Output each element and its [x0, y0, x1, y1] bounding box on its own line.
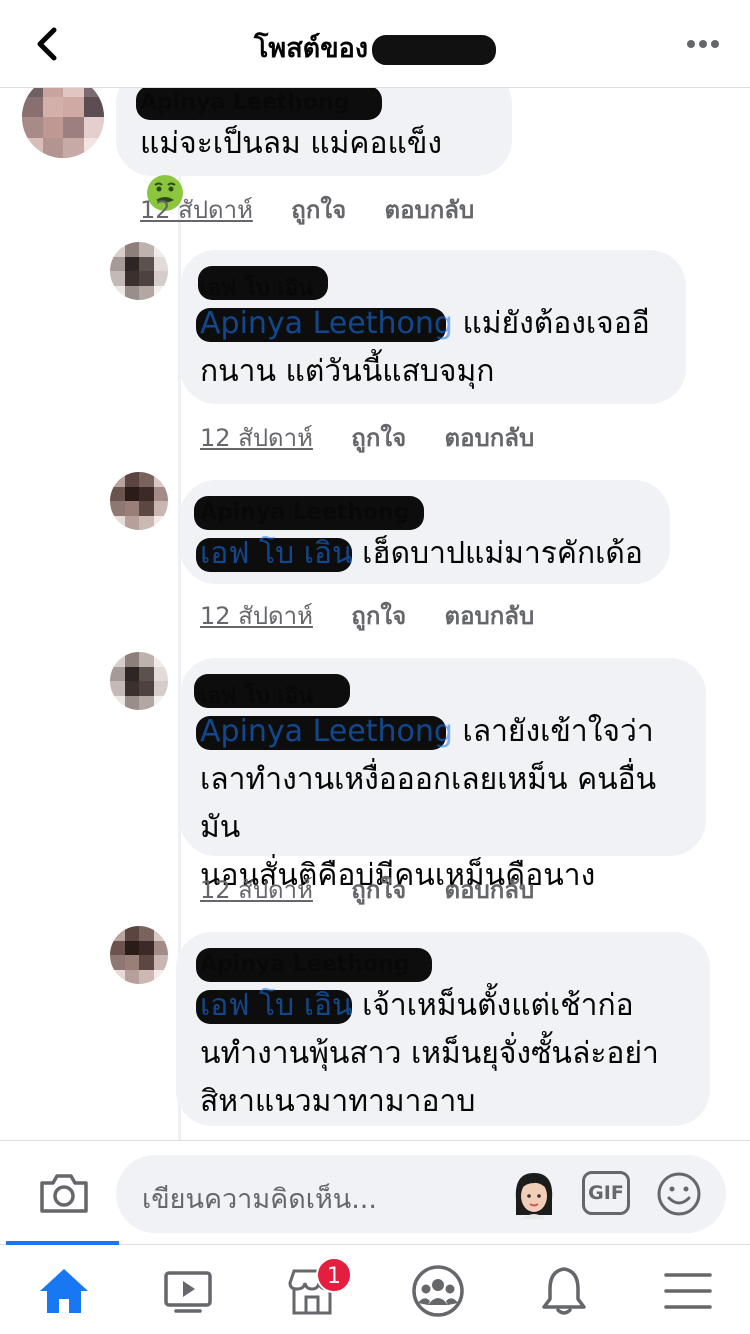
active-tab-indicator: [6, 1241, 119, 1245]
comment-actions: 12 สัปดาห์ ถูกใจ ตอบกลับ: [200, 870, 564, 909]
comment-text: เอฟ โบ เอิน เฮ็ดบาปแม่มารคักเด้อ: [196, 530, 650, 578]
comment-actions: 12 สัปดาห์ ถูกใจ ตอบกลับ: [140, 190, 504, 229]
redacted-name: [372, 34, 497, 65]
bottom-tab-bar: 1: [0, 1241, 750, 1334]
reply-button[interactable]: ตอบกลับ: [445, 602, 535, 630]
home-icon[interactable]: [36, 1265, 92, 1317]
comment-input[interactable]: เขียนความคิดเห็น... GIF: [116, 1155, 726, 1233]
bell-icon[interactable]: [536, 1265, 592, 1317]
reply-button[interactable]: ตอบกลับ: [445, 876, 535, 904]
avatar-sticker-icon[interactable]: [510, 1169, 558, 1219]
comment-item: Apinya Leethong แม่จะเป็นลม แม่คอแข็ง 12…: [0, 88, 750, 238]
avatar[interactable]: [110, 472, 168, 530]
menu-icon[interactable]: [660, 1265, 716, 1317]
like-button[interactable]: ถูกใจ: [351, 424, 406, 452]
comment-timestamp[interactable]: 12 สัปดาห์: [200, 424, 313, 452]
comment-author[interactable]: เอฟ โบ เอิน: [194, 674, 686, 709]
notification-badge: 1: [316, 1257, 352, 1293]
comment-actions: 12 สัปดาห์ ถูกใจ ตอบกลับ: [200, 596, 564, 635]
groups-icon[interactable]: [410, 1265, 466, 1317]
top-bar: โพสต์ของ: [0, 0, 750, 88]
camera-icon[interactable]: [38, 1171, 90, 1215]
mention-link[interactable]: เอฟ โบ เอิน: [196, 530, 353, 578]
comment-composer: เขียนความคิดเห็น... GIF: [0, 1140, 750, 1244]
comment-input-placeholder: เขียนความคิดเห็น...: [142, 1184, 377, 1215]
more-horizontal-icon[interactable]: [686, 38, 720, 50]
page-title-text: โพสต์ของ: [253, 33, 369, 64]
comment-bubble[interactable]: เอฟ โบ เอิน Apinya Leethong แม่ยังต้องเจ…: [180, 250, 686, 404]
comment-author[interactable]: เอฟ โบ เอิน: [198, 266, 666, 301]
reply-button[interactable]: ตอบกลับ: [385, 196, 475, 224]
avatar[interactable]: [110, 242, 168, 300]
comment-bubble[interactable]: Apinya Leethong แม่จะเป็นลม แม่คอแข็ง: [116, 88, 512, 211]
comment-bubble[interactable]: Apinya Leethong เอฟ โบ เอิน เจ้าเหม็นตั้…: [176, 932, 710, 1126]
comment-reply: Apinya Leethong เอฟ โบ เอิน เจ้าเหม็นตั้…: [0, 922, 750, 1140]
comment-bubble[interactable]: เอฟ โบ เอิน Apinya Leethong เลายังเข้าใจ…: [180, 658, 706, 893]
comment-feed[interactable]: Apinya Leethong แม่จะเป็นลม แม่คอแข็ง 12…: [0, 88, 750, 1140]
comment-author[interactable]: Apinya Leethong: [196, 948, 686, 982]
avatar[interactable]: [110, 652, 168, 710]
mention-link[interactable]: Apinya Leethong: [196, 708, 453, 756]
comment-author[interactable]: Apinya Leethong: [194, 496, 650, 530]
comment-text: Apinya Leethong แม่ยังต้องเจออี กนาน แต่…: [196, 300, 666, 396]
like-button[interactable]: ถูกใจ: [291, 196, 346, 224]
comment-reply: Apinya Leethong เอฟ โบ เอิน เฮ็ดบาปแม่มา…: [0, 468, 750, 648]
like-button[interactable]: ถูกใจ: [351, 876, 406, 904]
comment-text: เอฟ โบ เอิน เจ้าเหม็นตั้งแต่เช้าก่อ นทำง…: [196, 982, 686, 1126]
comment-reply: เอฟ โบ เอิน Apinya Leethong แม่ยังต้องเจ…: [0, 238, 750, 458]
video-icon[interactable]: [160, 1265, 216, 1317]
comment-author[interactable]: Apinya Leethong: [136, 88, 488, 120]
reply-button[interactable]: ตอบกลับ: [445, 424, 535, 452]
smiley-icon[interactable]: [656, 1171, 702, 1217]
like-button[interactable]: ถูกใจ: [351, 602, 406, 630]
comment-bubble[interactable]: Apinya Leethong เอฟ โบ เอิน เฮ็ดบาปแม่มา…: [180, 480, 670, 584]
avatar[interactable]: [22, 88, 104, 158]
page-title: โพสต์ของ: [0, 26, 750, 69]
comment-reply: เอฟ โบ เอิน Apinya Leethong เลายังเข้าใจ…: [0, 648, 750, 928]
comment-timestamp[interactable]: 12 สัปดาห์: [200, 876, 313, 904]
mention-link[interactable]: Apinya Leethong: [196, 300, 453, 348]
gif-button[interactable]: GIF: [582, 1171, 630, 1215]
comment-actions: 12 สัปดาห์ ถูกใจ ตอบกลับ: [200, 418, 564, 457]
comment-timestamp[interactable]: 12 สัปดาห์: [140, 196, 253, 224]
avatar[interactable]: [110, 926, 168, 984]
comment-timestamp[interactable]: 12 สัปดาห์: [200, 602, 313, 630]
mention-link[interactable]: เอฟ โบ เอิน: [196, 982, 353, 1030]
